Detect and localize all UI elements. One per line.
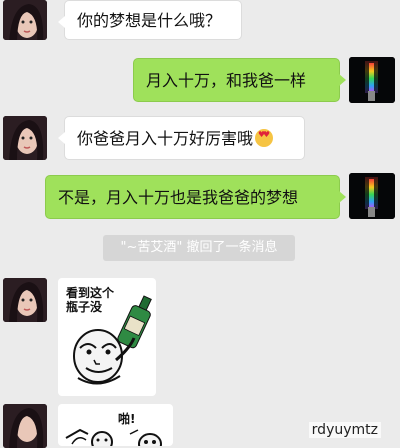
friend-avatar[interactable] [3,278,47,322]
message-text: 月入十万，和我爸一样 [146,71,307,90]
friend-avatar[interactable] [3,116,47,160]
friend-avatar[interactable] [3,0,47,40]
my-avatar[interactable] [349,57,395,103]
recalled-sender-name[interactable]: "~苦艾酒" [121,240,183,255]
my-avatar[interactable] [349,173,395,219]
friend-avatar-icon [3,278,47,322]
sticker-message[interactable]: 看到这个 瓶子没 [58,278,156,396]
watermark: rdyuymtz [308,422,381,438]
friend-avatar-icon [3,0,47,40]
friend-avatar[interactable] [3,404,47,448]
message-text: 你爸爸月入十万好厉害哦 [77,129,254,148]
friend-avatar-icon [3,116,47,160]
message-bubble-sent[interactable]: 不是，月入十万也是我爸爸的梦想 [45,175,346,219]
meme-faces-slapping-icon [65,428,162,446]
message-text: 不是，月入十万也是我爸爸的梦想 [58,188,299,207]
recalled-notice-text: 撤回了一条消息 [182,240,278,255]
message-text: 你的梦想是什么哦？ [77,11,222,30]
lightsaber-icon [349,57,395,103]
heart-eyes-emoji-icon [255,129,274,147]
friend-avatar-icon [3,404,47,448]
recalled-message-notice: "~苦艾酒" 撤回了一条消息 [103,235,295,261]
sticker-message[interactable]: 啪! [58,404,173,446]
meme-face-with-bottle-icon [73,295,152,385]
lightsaber-icon [349,173,395,219]
message-bubble-received[interactable]: 你的梦想是什么哦？ [58,0,242,40]
message-bubble-sent[interactable]: 月入十万，和我爸一样 [133,58,346,102]
message-bubble-received[interactable]: 你爸爸月入十万好厉害哦 [58,116,305,160]
